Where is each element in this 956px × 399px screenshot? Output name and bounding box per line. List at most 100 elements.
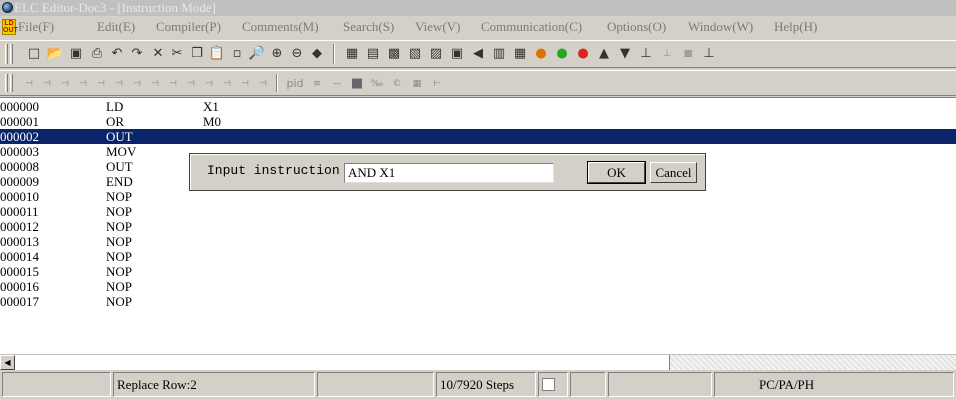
step-number: 000001 [0, 114, 39, 129]
horizontal-scrollbar[interactable]: ◀ [0, 354, 956, 370]
binary-icon[interactable]: ▩ [679, 45, 697, 63]
stop-icon[interactable]: ● [574, 45, 592, 63]
sfc-icon[interactable]: ▧ [406, 45, 424, 63]
copyright-icon[interactable]: © [388, 75, 406, 93]
instruction: MOV [106, 144, 137, 159]
menu-compiler[interactable]: Compiler(P) [156, 16, 221, 38]
f6-icon[interactable]: ⊣ [110, 75, 128, 93]
menu-comments[interactable]: Comments(M) [242, 16, 319, 38]
run-icon[interactable]: ● [553, 45, 571, 63]
save-icon[interactable]: ▣ [67, 45, 85, 63]
toolbar-grip[interactable] [10, 44, 13, 64]
menu-view[interactable]: View(V) [415, 16, 460, 38]
f12-icon[interactable]: ⊣ [200, 75, 218, 93]
instruction-icon[interactable]: ▩ [385, 45, 403, 63]
scrollbar-filler [670, 355, 956, 370]
output-icon[interactable]: ⊢ [428, 75, 446, 93]
ladder-toolbar: ⊣ ⊣ ⊣ ⊣ ⊣ ⊣ ⊣ ⊣ ⊣ ⊣ ⊣ ⊣ ⊣ ⊣ pid ≡ — ■ ‰ … [0, 70, 956, 96]
instruction-row[interactable]: 000000 LD X1 [0, 99, 956, 114]
status-indicator [538, 372, 568, 397]
scrollbar-track[interactable] [15, 355, 670, 370]
menu-communication[interactable]: Communication(C) [481, 16, 582, 38]
instruction-row[interactable]: 000016 NOP [0, 279, 956, 294]
instruction-editor[interactable]: 000000 LD X1 000001 OR M0 000002 OUT 000003 MO… [0, 97, 956, 354]
mode-icon[interactable]: ▦ [343, 45, 361, 63]
redo-icon[interactable]: ↷ [128, 45, 146, 63]
instruction: NOP [106, 234, 133, 249]
counter-icon[interactable]: ≡ [308, 75, 326, 93]
cancel-button[interactable]: Cancel [650, 162, 697, 183]
code-icon[interactable]: ⊥ [658, 45, 676, 63]
cd-icon[interactable]: ⊣ [218, 75, 236, 93]
step-number: 000013 [0, 234, 39, 249]
instruction-row[interactable]: 000015 NOP [0, 264, 956, 279]
scroll-left-icon[interactable]: ◀ [0, 355, 15, 370]
instruction: OR [106, 114, 125, 129]
find-icon[interactable]: 🔎 [248, 45, 266, 63]
instruction-row[interactable]: 000010 NOP [0, 189, 956, 204]
instruction: NOP [106, 219, 133, 234]
menu-file[interactable]: File(F) [18, 16, 54, 38]
menu-help[interactable]: Help(H) [774, 16, 817, 38]
ok-button[interactable]: OK [587, 161, 646, 184]
arrow-left-icon[interactable]: ◀ [469, 45, 487, 63]
cut-icon[interactable]: ✂ [168, 45, 186, 63]
ladder-icon[interactable]: ▤ [364, 45, 382, 63]
print-icon[interactable]: ⎙ [88, 45, 106, 63]
percent-icon[interactable]: ‰ [368, 75, 386, 93]
instruction-row[interactable]: 000014 NOP [0, 249, 956, 264]
zoom-out-icon[interactable]: ⊖ [288, 45, 306, 63]
menu-edit[interactable]: Edit(E) [97, 16, 135, 38]
f8-icon[interactable]: ⊣ [146, 75, 164, 93]
copy-icon[interactable]: ❐ [188, 45, 206, 63]
paste-icon[interactable]: 📋 [208, 45, 226, 63]
download-icon[interactable]: ▼ [616, 45, 634, 63]
instruction-row[interactable]: 000017 NOP [0, 294, 956, 309]
pid-button[interactable]: pid [284, 75, 306, 93]
menu-window[interactable]: Window(W) [688, 16, 753, 38]
menu-search[interactable]: Search(S) [343, 16, 394, 38]
instruction-row[interactable]: 000012 NOP [0, 219, 956, 234]
af-icon[interactable]: ⊣ [236, 75, 254, 93]
device-icon[interactable]: ▥ [490, 45, 508, 63]
f5-icon[interactable]: ⊣ [92, 75, 110, 93]
open-icon[interactable]: 📂 [46, 45, 64, 63]
instruction-row[interactable]: 000013 NOP [0, 234, 956, 249]
f2-icon[interactable]: ⊣ [38, 75, 56, 93]
block-icon[interactable]: ■ [348, 75, 366, 93]
input-instruction-label: Input instruction [207, 163, 340, 178]
status-panel-empty [2, 372, 111, 397]
instruction-input[interactable]: AND X1 [344, 163, 554, 183]
transfer-icon[interactable]: ⊥ [700, 45, 718, 63]
menu-options[interactable]: Options(O) [607, 16, 666, 38]
hline-icon[interactable]: — [328, 75, 346, 93]
f3-icon[interactable]: ⊣ [56, 75, 74, 93]
module-icon[interactable]: ▦ [511, 45, 529, 63]
grid-icon[interactable]: ▨ [427, 45, 445, 63]
instruction-row[interactable]: 000011 NOP [0, 204, 956, 219]
building-icon[interactable]: ▦ [408, 75, 426, 93]
delete-icon[interactable]: ✕ [149, 45, 167, 63]
f4-icon[interactable]: ⊣ [74, 75, 92, 93]
stack-icon[interactable]: ⊥ [637, 45, 655, 63]
toolbar-grip[interactable] [5, 44, 8, 64]
instruction-row-selected[interactable]: 000002 OUT [0, 129, 956, 144]
f7-icon[interactable]: ⊣ [128, 75, 146, 93]
f11-icon[interactable]: ⊣ [182, 75, 200, 93]
clipboard-icon[interactable]: ▫ [228, 45, 246, 63]
diamond-icon[interactable]: ◆ [308, 45, 326, 63]
status-bar: Replace Row:2 10/7920 Steps PC/PA/PH [0, 370, 956, 399]
stop-red-icon[interactable]: ● [532, 45, 550, 63]
ao-icon[interactable]: ⊣ [254, 75, 272, 93]
toolbar-grip[interactable] [10, 74, 13, 92]
undo-icon[interactable]: ↶ [108, 45, 126, 63]
toolbar-grip[interactable] [5, 74, 8, 92]
f1-icon[interactable]: ⊣ [20, 75, 38, 93]
zoom-in-icon[interactable]: ⊕ [268, 45, 286, 63]
upload-icon[interactable]: ▲ [595, 45, 613, 63]
operand: X1 [203, 99, 219, 114]
monitor-icon[interactable]: ▣ [448, 45, 466, 63]
new-icon[interactable]: □ [25, 45, 43, 63]
instruction-row[interactable]: 000001 OR M0 [0, 114, 956, 129]
f9-icon[interactable]: ⊣ [164, 75, 182, 93]
